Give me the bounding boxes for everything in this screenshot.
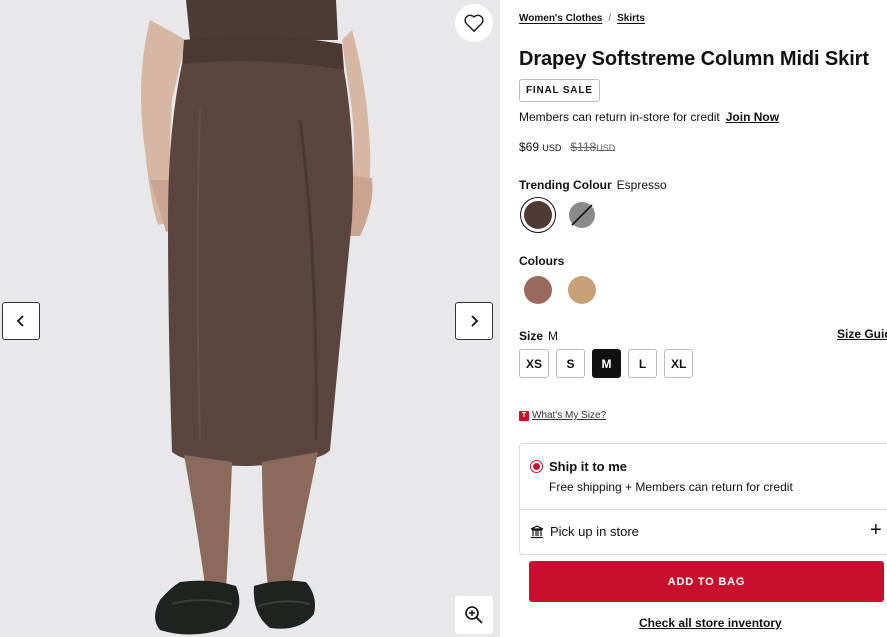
swatch-espresso-color bbox=[524, 201, 552, 229]
price-block: $69 USD $118USD bbox=[519, 140, 615, 154]
zoom-in-icon bbox=[465, 606, 483, 624]
size-option-xl[interactable]: XL bbox=[664, 349, 694, 378]
whats-my-size-link[interactable]: What's My Size? bbox=[532, 410, 606, 421]
trending-colour-swatches bbox=[520, 197, 600, 233]
trending-colour-label: Trending Colour Espresso bbox=[519, 178, 667, 192]
size-option-xs[interactable]: XS bbox=[519, 349, 550, 378]
size-heading: Size bbox=[519, 329, 544, 343]
size-option-l[interactable]: L bbox=[628, 349, 658, 378]
size-options: XS S M L XL bbox=[519, 349, 694, 378]
original-price: $118USD bbox=[570, 140, 616, 154]
swatch-rose[interactable] bbox=[520, 272, 556, 308]
swatch-tan-color bbox=[568, 276, 596, 304]
zoom-button[interactable] bbox=[455, 596, 493, 634]
chevron-left-icon bbox=[16, 315, 24, 327]
swatch-rose-color bbox=[524, 276, 552, 304]
previous-image-button[interactable] bbox=[2, 302, 40, 340]
product-title: Drapey Softstreme Column Midi Skirt bbox=[519, 48, 869, 70]
pickup-in-store-option[interactable]: Pick up in store bbox=[530, 524, 639, 539]
colours-swatches bbox=[520, 272, 600, 308]
ship-subtitle: Free shipping + Members can return for c… bbox=[549, 480, 793, 494]
selected-size: M bbox=[548, 329, 559, 343]
final-sale-badge: FINAL SALE bbox=[519, 79, 600, 102]
heart-icon bbox=[464, 14, 484, 32]
add-to-bag-button[interactable]: ADD TO BAG bbox=[529, 561, 884, 602]
whats-my-size: T What's My Size? bbox=[519, 410, 606, 421]
unavailable-swatch-icon bbox=[569, 202, 595, 228]
swatch-espresso[interactable] bbox=[520, 197, 556, 233]
store-icon bbox=[530, 524, 544, 538]
ship-title: Ship it to me bbox=[549, 459, 627, 474]
wishlist-button[interactable] bbox=[455, 4, 493, 42]
join-now-link[interactable]: Join Now bbox=[726, 110, 779, 124]
product-photo bbox=[0, 0, 500, 637]
fulfilment-options: Ship it to me Free shipping + Members ca… bbox=[519, 443, 887, 555]
breadcrumb: Women's Clothes / Skirts bbox=[519, 13, 645, 24]
members-text: Members can return in-store for credit bbox=[519, 110, 720, 124]
size-guide-link[interactable]: Size Guide bbox=[837, 327, 887, 341]
colours-heading: Colours bbox=[519, 254, 565, 268]
chevron-right-icon bbox=[471, 315, 479, 327]
next-image-button[interactable] bbox=[455, 302, 493, 340]
breadcrumb-separator: / bbox=[608, 13, 612, 24]
fulfilment-divider bbox=[520, 509, 887, 510]
trending-colour-heading: Trending Colour bbox=[519, 178, 612, 192]
size-label: Size M bbox=[519, 329, 558, 343]
breadcrumb-skirts[interactable]: Skirts bbox=[617, 13, 645, 24]
selected-colour-name: Espresso bbox=[616, 178, 667, 192]
expand-pickup-icon[interactable]: + bbox=[870, 520, 882, 540]
swatch-unavailable[interactable] bbox=[564, 197, 600, 233]
size-option-s[interactable]: S bbox=[556, 349, 586, 378]
breadcrumb-womens-clothes[interactable]: Women's Clothes bbox=[519, 13, 602, 24]
product-image-gallery bbox=[0, 0, 500, 637]
sale-price: $69 USD bbox=[519, 140, 562, 154]
product-details-panel: Women's Clothes / Skirts Drapey Softstre… bbox=[519, 0, 887, 637]
colours-label: Colours bbox=[519, 254, 564, 268]
pickup-label: Pick up in store bbox=[550, 524, 639, 539]
ship-radio[interactable] bbox=[530, 460, 543, 473]
size-option-m[interactable]: M bbox=[592, 349, 622, 378]
check-store-inventory-link[interactable]: Check all store inventory bbox=[639, 616, 782, 630]
swatch-tan[interactable] bbox=[564, 272, 600, 308]
members-return-note: Members can return in-store for credit J… bbox=[519, 110, 779, 124]
true-fit-logo: T bbox=[519, 410, 529, 421]
